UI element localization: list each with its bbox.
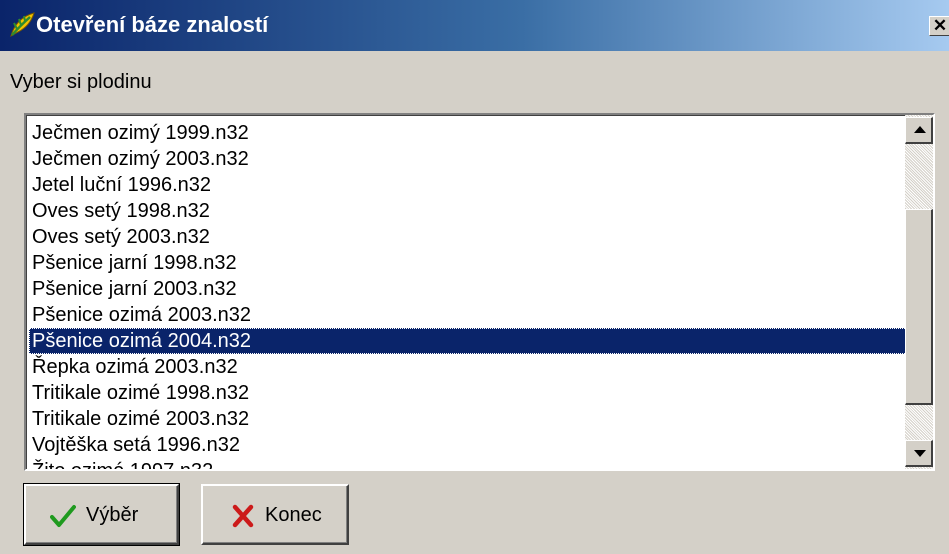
list-item[interactable]: Oves setý 1998.n32 [29,198,909,224]
title-bar[interactable]: Otevření báze znalostí ✕ [0,0,949,51]
close-button[interactable]: ✕ [929,16,949,36]
list-item[interactable]: Ječmen ozimý 1999.n32 [29,120,909,146]
exit-button[interactable]: Konec [201,484,349,545]
list-item[interactable]: Vojtěška setá 1996.n32 [29,432,909,458]
vertical-scrollbar[interactable] [905,115,933,469]
list-item[interactable]: Pšenice jarní 1998.n32 [29,250,909,276]
window-title: Otevření báze znalostí [36,12,269,37]
checkmark-icon [50,505,76,527]
cross-icon [232,504,254,528]
list-item[interactable]: Pšenice jarní 2003.n32 [29,276,909,302]
arrow-down-icon [914,450,926,457]
app-logo-icon [10,12,35,38]
list-item[interactable]: Oves setý 2003.n32 [29,224,909,250]
select-button[interactable]: Výběr [23,483,180,546]
prompt-label: Vyber si plodinu [10,71,152,93]
scrollbar-thumb[interactable] [905,209,933,405]
list-item[interactable]: Pšenice ozimá 2003.n32 [29,302,909,328]
crop-listbox[interactable]: Ječmen ozimý 1999.n32 Ječmen ozimý 2003.n… [24,113,935,471]
crop-list[interactable]: Ječmen ozimý 1999.n32 Ječmen ozimý 2003.n… [29,120,909,469]
arrow-up-icon [914,126,926,133]
list-item[interactable]: Žito ozimé 1997.n32 [29,458,909,469]
list-item[interactable]: Řepka ozimá 2003.n32 [29,354,909,380]
select-button-label: Výběr [86,504,139,526]
scroll-up-button[interactable] [905,117,933,144]
scroll-down-button[interactable] [905,440,933,467]
exit-button-label: Konec [265,504,322,526]
list-item-selected[interactable]: Pšenice ozimá 2004.n32 [29,328,909,354]
list-item[interactable]: Ječmen ozimý 2003.n32 [29,146,909,172]
list-item[interactable]: Tritikale ozimé 2003.n32 [29,406,909,432]
list-item[interactable]: Tritikale ozimé 1998.n32 [29,380,909,406]
list-item[interactable]: Jetel luční 1996.n32 [29,172,909,198]
